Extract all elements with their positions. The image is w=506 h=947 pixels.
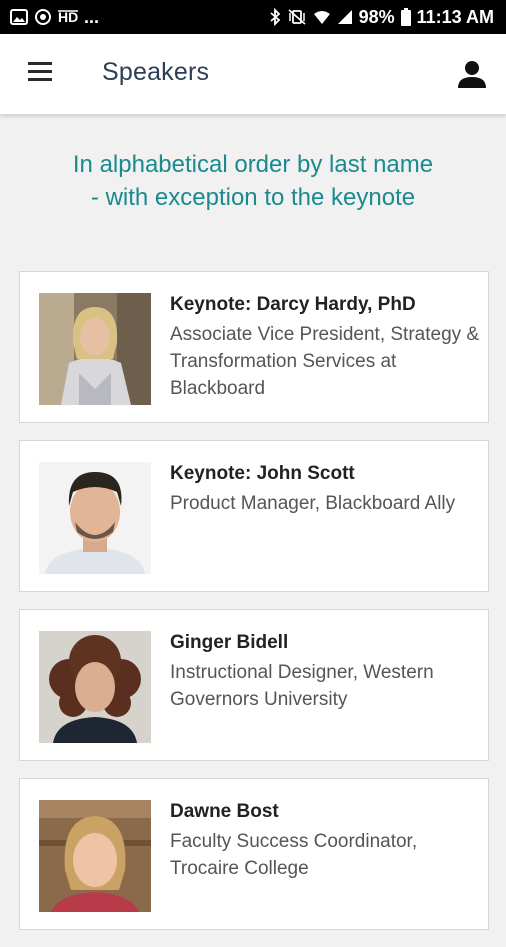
signal-icon [337, 9, 353, 25]
vibrate-mute-icon [287, 8, 307, 26]
menu-button[interactable] [28, 62, 54, 84]
speaker-name: Ginger Bidell [170, 632, 289, 653]
speaker-card[interactable]: Ginger Bidell Instructional Designer, We… [19, 609, 489, 761]
app-bar: Speakers [0, 34, 506, 115]
menu-icon [28, 62, 52, 65]
image-icon [10, 9, 28, 25]
speaker-photo [39, 800, 151, 912]
status-ellipsis: ... [84, 6, 100, 27]
menu-icon-bar [28, 78, 52, 81]
speaker-role: Associate Vice President, Strategy & Tra… [170, 324, 480, 399]
status-bar-left: HD ... [10, 7, 99, 28]
speaker-role: Faculty Success Coordinator, Trocaire Co… [170, 831, 418, 879]
speaker-photo [39, 293, 151, 405]
speaker-name: Dawne Bost [170, 801, 279, 822]
account-button[interactable] [456, 58, 488, 90]
speaker-role: Instructional Designer, Western Governor… [170, 662, 434, 710]
hd-icon: HD [58, 9, 78, 25]
battery-percent: 98% [358, 6, 395, 27]
status-bar-right: 98% 11:13 AM [269, 7, 494, 28]
speaker-name: Keynote: John Scott [170, 463, 355, 484]
intro-line-1: In alphabetical order by last name [72, 151, 434, 178]
status-bar: HD ... 98% 11:13 AM [0, 0, 506, 34]
wifi-icon [313, 9, 331, 25]
speaker-photo [39, 462, 151, 574]
speaker-photo [39, 631, 151, 743]
speaker-name: Keynote: Darcy Hardy, PhD [170, 294, 416, 315]
battery-icon [400, 8, 411, 26]
person-icon [458, 61, 486, 88]
speaker-role: Product Manager, Blackboard Ally [170, 493, 456, 514]
clock: 11:13 AM [416, 6, 494, 27]
intro-text: In alphabetical order by last name - wit… [0, 148, 506, 214]
speaker-card[interactable]: Keynote: Darcy Hardy, PhD Associate Vice… [19, 271, 489, 423]
menu-icon-bar [28, 70, 52, 73]
page-title: Speakers [102, 58, 210, 86]
speaker-card[interactable]: Dawne Bost Faculty Success Coordinator, … [19, 778, 489, 930]
speaker-list: Keynote: Darcy Hardy, PhD Associate Vice… [19, 271, 489, 947]
target-icon [34, 8, 52, 26]
speaker-card[interactable]: Keynote: John Scott Product Manager, Bla… [19, 440, 489, 592]
intro-line-2: - with exception to the keynote [90, 184, 416, 211]
bluetooth-icon [269, 8, 281, 26]
